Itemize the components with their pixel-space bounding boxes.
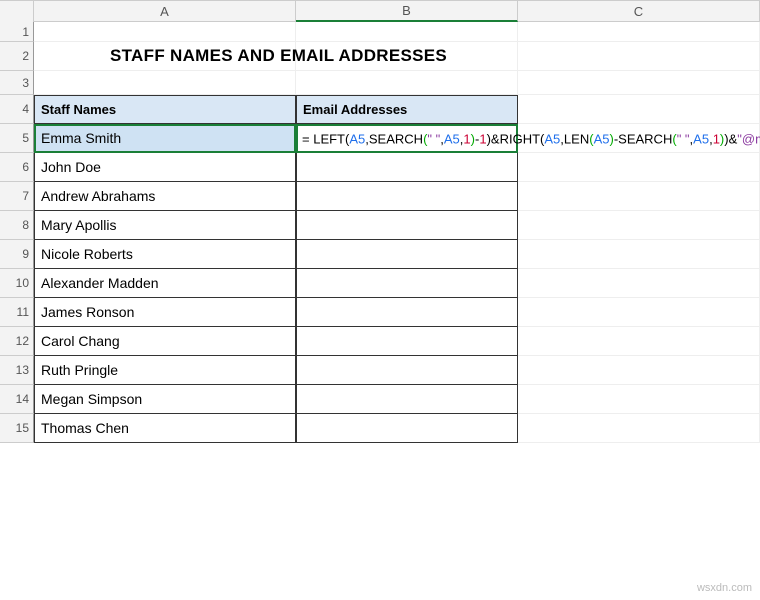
row-number-9[interactable]: 9 — [0, 240, 34, 269]
cell-A1[interactable] — [34, 22, 296, 42]
row-6: 6 John Doe — [0, 153, 760, 182]
cell-B3[interactable] — [296, 71, 518, 95]
row-number-10[interactable]: 10 — [0, 269, 34, 298]
row-number-1[interactable]: 1 — [0, 22, 34, 42]
row-7: 7 Andrew Abrahams — [0, 182, 760, 211]
row-10: 10 Alexander Madden — [0, 269, 760, 298]
cell-C11[interactable] — [518, 298, 760, 327]
cell-A14[interactable]: Megan Simpson — [34, 385, 296, 414]
column-header-row: A B C — [0, 0, 760, 22]
cell-B5-editing[interactable]: = LEFT(A5,SEARCH(" ",A5,1)-1)&RIGHT(A5,L… — [296, 124, 518, 153]
cell-B9[interactable] — [296, 240, 518, 269]
row-number-11[interactable]: 11 — [0, 298, 34, 327]
cell-A12[interactable]: Carol Chang — [34, 327, 296, 356]
row-4: 4 Staff Names Email Addresses — [0, 95, 760, 124]
row-number-4[interactable]: 4 — [0, 95, 34, 124]
cell-B1[interactable] — [296, 22, 518, 42]
row-5: 5 Emma Smith = LEFT(A5,SEARCH(" ",A5,1)-… — [0, 124, 760, 153]
cell-A7[interactable]: Andrew Abrahams — [34, 182, 296, 211]
cell-A6[interactable]: John Doe — [34, 153, 296, 182]
cell-B12[interactable] — [296, 327, 518, 356]
cell-A15[interactable]: Thomas Chen — [34, 414, 296, 443]
grid-rows: 1 2 STAFF NAMES AND EMAIL ADDRESSES 3 4 … — [0, 22, 760, 443]
row-number-15[interactable]: 15 — [0, 414, 34, 443]
row-number-6[interactable]: 6 — [0, 153, 34, 182]
cell-A11[interactable]: James Ronson — [34, 298, 296, 327]
cell-A13[interactable]: Ruth Pringle — [34, 356, 296, 385]
row-1: 1 — [0, 22, 760, 42]
cell-C1[interactable] — [518, 22, 760, 42]
cell-C2[interactable] — [518, 42, 760, 71]
select-all-corner[interactable] — [0, 1, 34, 22]
cell-A9[interactable]: Nicole Roberts — [34, 240, 296, 269]
cell-C10[interactable] — [518, 269, 760, 298]
row-number-3[interactable]: 3 — [0, 71, 34, 95]
row-9: 9 Nicole Roberts — [0, 240, 760, 269]
cell-C3[interactable] — [518, 71, 760, 95]
cell-A3[interactable] — [34, 71, 296, 95]
cell-B15[interactable] — [296, 414, 518, 443]
cell-C9[interactable] — [518, 240, 760, 269]
sheet-title: STAFF NAMES AND EMAIL ADDRESSES — [110, 46, 447, 66]
cell-C6[interactable] — [518, 153, 760, 182]
row-13: 13 Ruth Pringle — [0, 356, 760, 385]
cell-B10[interactable] — [296, 269, 518, 298]
watermark-text: wsxdn.com — [697, 582, 752, 594]
col-header-C[interactable]: C — [518, 1, 760, 22]
header-email-addresses[interactable]: Email Addresses — [296, 95, 518, 124]
cell-C4[interactable] — [518, 95, 760, 124]
formula-input[interactable]: = LEFT(A5,SEARCH(" ",A5,1)-1)&RIGHT(A5,L… — [302, 131, 760, 146]
cell-C12[interactable] — [518, 327, 760, 356]
row-2: 2 STAFF NAMES AND EMAIL ADDRESSES — [0, 42, 760, 71]
cell-B8[interactable] — [296, 211, 518, 240]
row-3: 3 — [0, 71, 760, 95]
row-14: 14 Megan Simpson — [0, 385, 760, 414]
cell-A5-active[interactable]: Emma Smith — [34, 124, 296, 153]
row-11: 11 James Ronson — [0, 298, 760, 327]
cell-C7[interactable] — [518, 182, 760, 211]
cell-B14[interactable] — [296, 385, 518, 414]
cell-B7[interactable] — [296, 182, 518, 211]
row-number-2[interactable]: 2 — [0, 42, 34, 71]
col-header-A[interactable]: A — [34, 1, 296, 22]
cell-C13[interactable] — [518, 356, 760, 385]
row-number-13[interactable]: 13 — [0, 356, 34, 385]
cell-C8[interactable] — [518, 211, 760, 240]
cell-B6[interactable] — [296, 153, 518, 182]
cell-A8[interactable]: Mary Apollis — [34, 211, 296, 240]
row-number-8[interactable]: 8 — [0, 211, 34, 240]
row-number-5[interactable]: 5 — [0, 124, 34, 153]
row-15: 15 Thomas Chen — [0, 414, 760, 443]
cell-B13[interactable] — [296, 356, 518, 385]
row-8: 8 Mary Apollis — [0, 211, 760, 240]
row-12: 12 Carol Chang — [0, 327, 760, 356]
header-staff-names[interactable]: Staff Names — [34, 95, 296, 124]
spreadsheet-grid: A B C 1 2 STAFF NAMES AND EMAIL ADDRESSE… — [0, 0, 760, 443]
row-number-7[interactable]: 7 — [0, 182, 34, 211]
cell-C15[interactable] — [518, 414, 760, 443]
col-header-B[interactable]: B — [296, 1, 518, 22]
cell-B11[interactable] — [296, 298, 518, 327]
cell-A10[interactable]: Alexander Madden — [34, 269, 296, 298]
cell-C14[interactable] — [518, 385, 760, 414]
row-number-12[interactable]: 12 — [0, 327, 34, 356]
row-number-14[interactable]: 14 — [0, 385, 34, 414]
